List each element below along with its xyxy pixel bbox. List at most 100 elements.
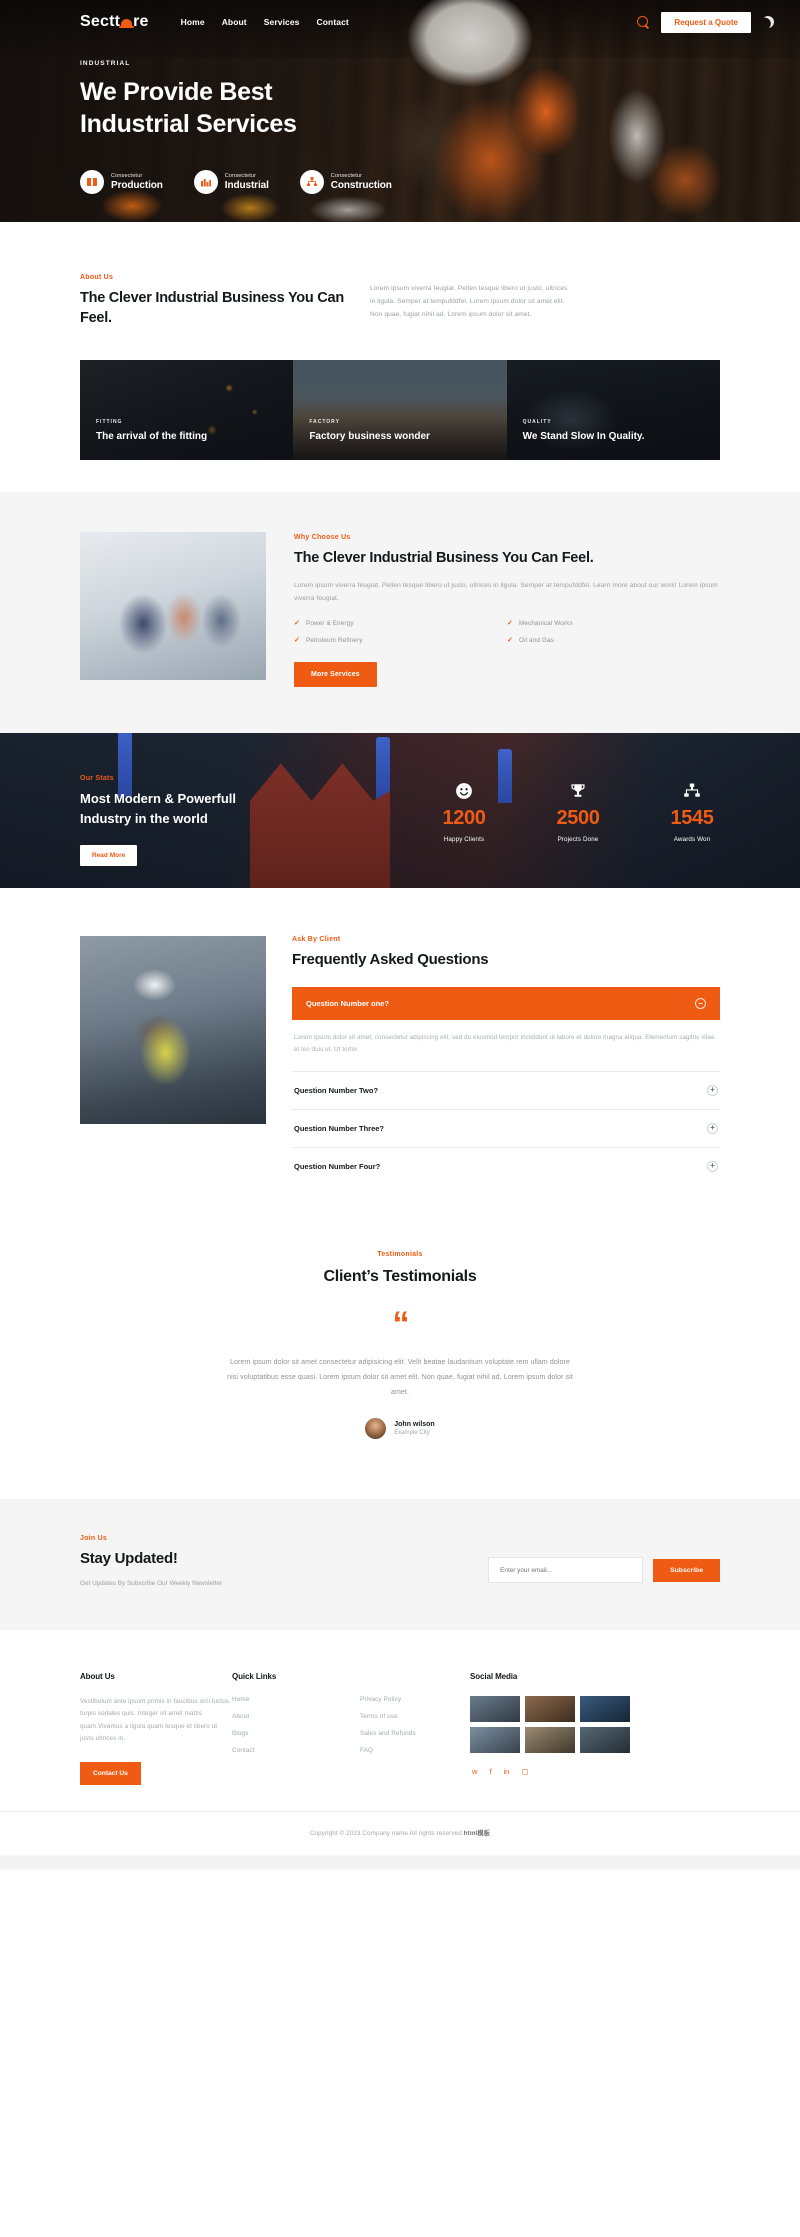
check-icon: ✓ xyxy=(507,637,514,645)
footer-link-terms[interactable]: Terms of use xyxy=(360,1713,470,1720)
awards-icon xyxy=(660,780,724,802)
checklist-item: ✓ Petroleum Refinery xyxy=(294,636,507,645)
about-right: Lorem ipsum viverra feugiat. Pellen tesq… xyxy=(370,274,570,328)
social-thumbnail[interactable] xyxy=(580,1726,630,1753)
footer-quicklinks-column: Quick Links Home About Blogs Contact xyxy=(232,1672,360,1785)
more-services-button[interactable]: More Services xyxy=(294,662,377,688)
card-eyebrow: FITTING xyxy=(96,418,123,425)
footer-policy-column: Privacy Policy Terms of use Sales and Re… xyxy=(360,1672,470,1785)
stat-number: 1200 xyxy=(442,807,486,830)
hero-feature-industrial[interactable]: Consectetur Industrial xyxy=(193,170,269,194)
request-quote-button[interactable]: Request a Quote xyxy=(661,11,751,33)
social-thumbnail[interactable] xyxy=(580,1695,630,1722)
footer-quicklinks-heading: Quick Links xyxy=(232,1671,277,1681)
contact-us-button[interactable]: Contact Us xyxy=(80,1762,141,1786)
stat-happy-clients: 1200 Happy Clients xyxy=(432,780,496,843)
newsletter-form: Subscribe xyxy=(488,1535,720,1584)
about-section: About Us The Clever Industrial Business … xyxy=(0,222,800,460)
stats-counters: 1200 Happy Clients 2500 Projects Done 15… xyxy=(432,780,732,861)
stat-number: 1545 xyxy=(670,807,714,830)
stat-number: 2500 xyxy=(556,807,600,830)
about-title: The Clever Industrial Business You Can F… xyxy=(80,290,344,326)
structure-icon xyxy=(299,170,324,194)
faq-answer: Lorem ipsum dolor sit amet, consectetur … xyxy=(294,1034,715,1054)
faq-question-label: Question Number Three? xyxy=(294,1123,385,1133)
plus-circle-icon[interactable]: + xyxy=(707,1160,718,1172)
search-icon[interactable] xyxy=(637,15,650,29)
newsletter-title: Stay Updated! xyxy=(80,1550,178,1568)
minus-circle-icon[interactable]: − xyxy=(695,998,706,1010)
testimonials-section: Testimonials Client’s Testimonials “ Lor… xyxy=(0,1185,800,1499)
card-content: FACTORY Factory business wonder xyxy=(293,419,446,460)
nav-links: Home About Services Contact xyxy=(181,17,349,27)
hero-feature-construction[interactable]: Consectetur Construction xyxy=(299,170,392,194)
faq-item-three[interactable]: Question Number Three? + xyxy=(292,1108,720,1147)
why-choose-content: Why Choose Us The Clever Industrial Busi… xyxy=(294,532,720,688)
instagram-icon[interactable]: ▢ xyxy=(521,1767,528,1776)
footer-link-faq[interactable]: FAQ xyxy=(360,1747,470,1754)
site-logo[interactable]: Sectt re xyxy=(80,13,149,31)
footer-link-blogs[interactable]: Blogs xyxy=(232,1730,360,1737)
footer-link-sales-refunds[interactable]: Sales and Refunds xyxy=(360,1730,470,1737)
linkedin-icon[interactable]: in xyxy=(504,1767,510,1776)
faq-item-open[interactable]: Question Number one? − xyxy=(292,987,720,1021)
feature-card-quality[interactable]: QUALITY We Stand Slow In Quality. xyxy=(506,360,720,460)
newsletter-section: Join Us Stay Updated! Get Updates By Sub… xyxy=(0,1499,800,1630)
why-checklist: ✓ Power & Energy ✓ Mechanical Works ✓ Pe… xyxy=(294,619,720,645)
copyright-text: Copyright © 2023.Company name All rights… xyxy=(309,1830,464,1838)
facebook-icon[interactable]: f xyxy=(489,1767,491,1776)
footer-social-column: Social Media w f in ▢ xyxy=(470,1672,720,1785)
about-row: About Us The Clever Industrial Business … xyxy=(80,222,720,328)
hero-feature-production[interactable]: Consectetur Production xyxy=(80,170,163,194)
social-thumbnail[interactable] xyxy=(525,1695,575,1722)
nav-item-home[interactable]: Home xyxy=(181,17,205,27)
footer-link-about[interactable]: About xyxy=(232,1713,360,1720)
hero-feature-text: Consectetur Industrial xyxy=(225,173,269,191)
logo-text-last: re xyxy=(133,13,149,30)
newsletter-eyebrow: Join Us xyxy=(80,1535,108,1543)
feature-card-factory[interactable]: FACTORY Factory business wonder xyxy=(293,360,507,460)
nav-item-services[interactable]: Services xyxy=(264,17,300,27)
social-thumbnail[interactable] xyxy=(470,1695,520,1722)
faq-item-four[interactable]: Question Number Four? + xyxy=(292,1146,720,1185)
hero-feature-text: Consectetur Production xyxy=(111,173,163,191)
checklist-label: Petroleum Refinery xyxy=(306,636,363,644)
plus-circle-icon[interactable]: + xyxy=(707,1084,718,1096)
testimonials-eyebrow: Testimonials xyxy=(377,1250,423,1258)
email-input[interactable] xyxy=(488,1557,644,1584)
read-more-button[interactable]: Read More xyxy=(80,845,138,867)
check-icon: ✓ xyxy=(507,620,514,628)
nav-item-contact[interactable]: Contact xyxy=(317,17,349,27)
footer-link-home[interactable]: Home xyxy=(232,1696,360,1703)
site-footer: About Us Vestibulum ante ipsum primis in… xyxy=(0,1629,800,1870)
stats-section: Our Stats Most Modern & Powerfull Indust… xyxy=(0,733,800,889)
subscribe-button[interactable]: Subscribe xyxy=(653,1558,720,1582)
author-role: Example City xyxy=(394,1430,430,1437)
author-block: John wilson Example City xyxy=(394,1421,434,1436)
checklist-label: Power & Energy xyxy=(306,619,354,627)
hero-feature-text: Consectetur Construction xyxy=(331,173,392,191)
quote-icon: “ xyxy=(392,1304,410,1343)
hero-title-line2: Industrial Services xyxy=(80,110,297,138)
hero-feature-sub: Consectetur xyxy=(111,173,143,179)
social-thumbnail[interactable] xyxy=(470,1726,520,1753)
nav-item-about[interactable]: About xyxy=(222,17,247,27)
testimonial-quote: Lorem ipsum dolor sit amet consectetur a… xyxy=(227,1359,573,1397)
twitter-icon[interactable]: w xyxy=(472,1767,477,1776)
page-root: Sectt re Home About Services Contact Req… xyxy=(0,0,800,1870)
footer-link-privacy[interactable]: Privacy Policy xyxy=(360,1696,470,1703)
feature-card-fitting[interactable]: FITTING The arrival of the fitting xyxy=(80,360,294,460)
card-title: We Stand Slow In Quality. xyxy=(522,430,645,442)
social-thumbnail[interactable] xyxy=(525,1726,575,1753)
card-eyebrow: FACTORY xyxy=(309,418,340,425)
newsletter-left: Join Us Stay Updated! Get Updates By Sub… xyxy=(80,1535,280,1590)
faq-item-two[interactable]: Question Number Two? + xyxy=(292,1070,720,1109)
footer-about-text: Vestibulum ante ipsum primis in faucibus… xyxy=(80,1697,230,1743)
page-bottom-strip xyxy=(0,1855,800,1870)
footer-link-contact[interactable]: Contact xyxy=(232,1747,360,1754)
hero-section: Sectt re Home About Services Contact Req… xyxy=(0,0,800,222)
footer-social-heading: Social Media xyxy=(470,1671,518,1681)
moon-icon[interactable] xyxy=(762,16,774,28)
plus-circle-icon[interactable]: + xyxy=(707,1122,718,1134)
stats-title-line2: Industry in the world xyxy=(80,810,208,826)
